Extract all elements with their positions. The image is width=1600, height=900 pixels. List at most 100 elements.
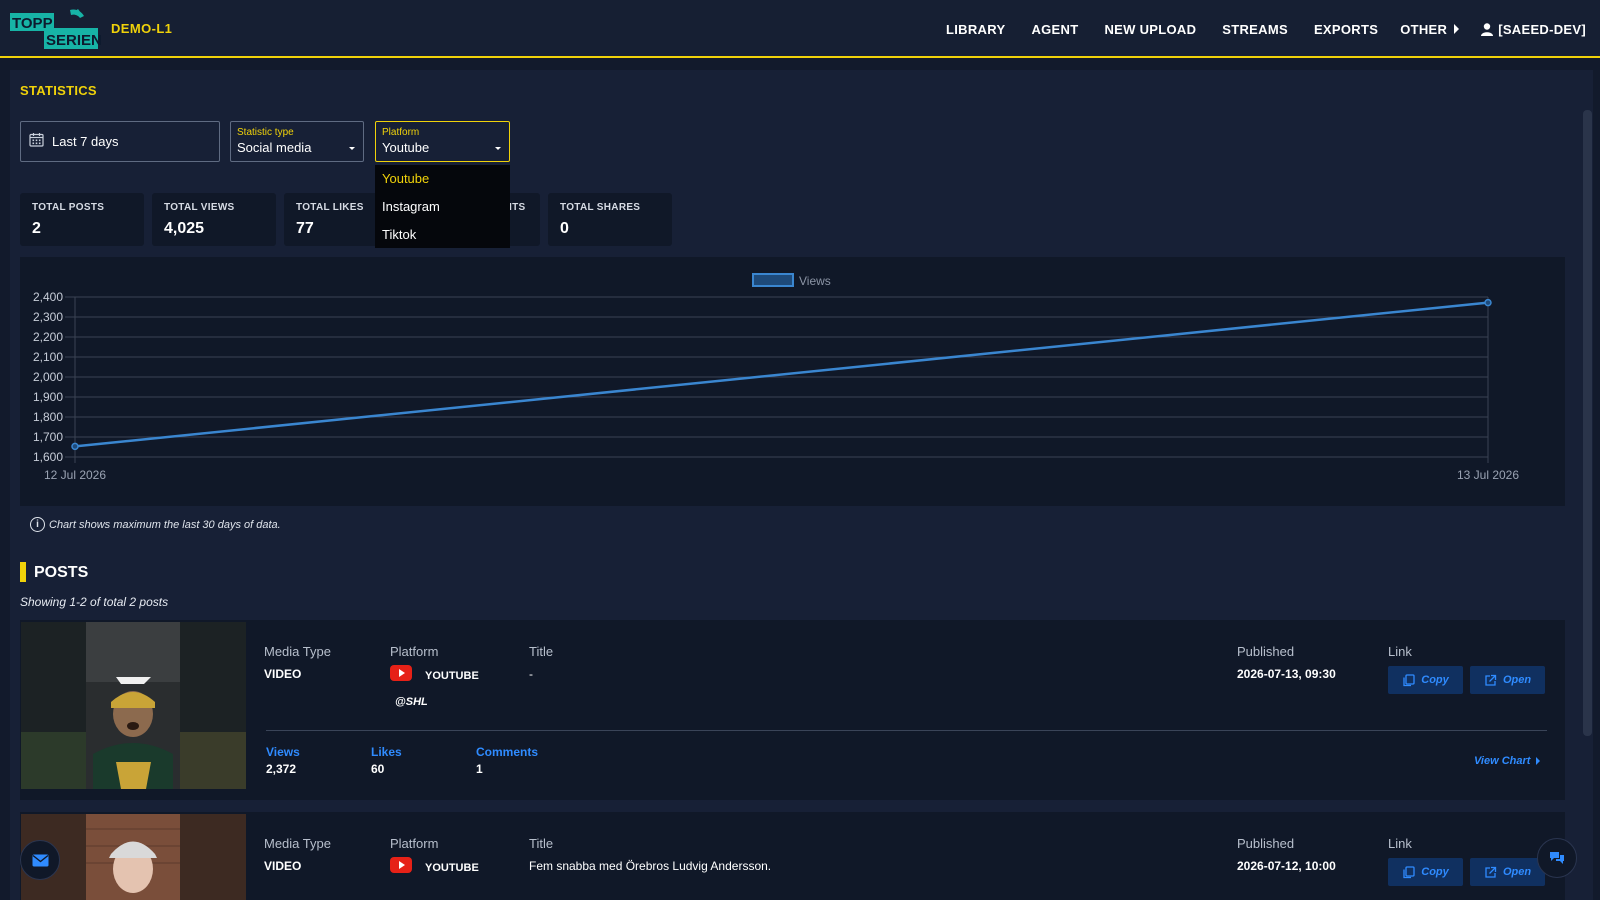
stat-card-label: TOTAL LIKES xyxy=(296,202,364,213)
stat-card-value: 0 xyxy=(560,220,569,237)
series-line-views xyxy=(74,301,1489,448)
external-link-icon xyxy=(1485,674,1497,686)
copy-label: Copy xyxy=(1421,674,1449,686)
post-card: Media Type VIDEO Platform YOUTUBE @SHL T… xyxy=(20,620,1565,800)
title-label: Title xyxy=(529,644,554,659)
data-point xyxy=(71,442,79,451)
platform-value: YOUTUBE xyxy=(425,670,479,682)
y-tick-label: 2,100 xyxy=(33,350,63,364)
nav-agent[interactable]: AGENT xyxy=(1031,22,1078,37)
copy-icon xyxy=(1403,673,1415,686)
youtube-icon xyxy=(390,665,412,686)
stat-card-value: 77 xyxy=(296,220,314,237)
legend-swatch xyxy=(752,273,794,287)
views-line-chart: 1,600 1,700 1,800 1,900 2,000 2,100 2,200 2,300… xyxy=(33,273,1519,482)
scrollbar-thumb[interactable] xyxy=(1583,110,1592,736)
external-link-icon xyxy=(1485,866,1497,878)
chevron-down-icon xyxy=(495,147,501,150)
logo-text-line2: SERIEN xyxy=(46,32,102,49)
date-range-picker[interactable]: Last 7 days xyxy=(20,121,220,162)
thumbnail-image xyxy=(21,622,246,789)
published-value: 2026-07-13, 09:30 xyxy=(1237,667,1336,681)
legend-label: Views xyxy=(799,274,831,288)
contact-email-button[interactable] xyxy=(20,840,60,880)
open-link-button[interactable]: Open xyxy=(1470,858,1545,886)
copy-link-button[interactable]: Copy xyxy=(1388,666,1463,694)
nav-new-upload[interactable]: NEW UPLOAD xyxy=(1104,22,1196,37)
youtube-icon xyxy=(390,857,412,878)
posts-accent-bar xyxy=(20,562,26,582)
data-point xyxy=(1484,298,1492,307)
y-tick-label: 1,700 xyxy=(33,430,63,444)
link-label: Link xyxy=(1388,836,1412,851)
y-tick-label: 1,800 xyxy=(33,410,63,424)
published-value: 2026-07-12, 10:00 xyxy=(1237,859,1336,873)
top-navigation-bar: TOPP SERIEN DEMO-L1 LIBRARY AGENT NEW UP… xyxy=(0,0,1600,58)
stat-card-label: TOTAL VIEWS xyxy=(164,202,235,213)
stat-card-total-shares: TOTAL SHARES 0 xyxy=(548,193,672,246)
nav-exports[interactable]: EXPORTS xyxy=(1314,22,1378,37)
statistic-type-label: Statistic type xyxy=(237,127,294,138)
platform-option-instagram[interactable]: Instagram xyxy=(375,193,510,221)
caret-right-icon xyxy=(1454,24,1460,34)
stat-card-total-views: TOTAL VIEWS 4,025 xyxy=(152,193,276,246)
chart-note-text: Chart shows maximum the last 30 days of … xyxy=(49,518,281,531)
y-tick-label: 2,000 xyxy=(33,370,63,384)
open-label: Open xyxy=(1502,866,1532,878)
media-type-value: VIDEO xyxy=(264,667,302,681)
statistics-title: STATISTICS xyxy=(20,83,97,98)
topp-serien-logo[interactable]: TOPP SERIEN xyxy=(10,8,102,50)
platform-value: Youtube xyxy=(382,140,430,155)
nav-other-label: OTHER xyxy=(1400,21,1448,37)
open-label: Open xyxy=(1502,674,1532,686)
platform-option-youtube[interactable]: Youtube xyxy=(375,165,510,193)
view-chart-link[interactable]: View Chart xyxy=(1474,755,1541,767)
y-tick-label: 1,900 xyxy=(33,390,63,404)
copy-link-button[interactable]: Copy xyxy=(1388,858,1463,886)
y-tick-label: 2,200 xyxy=(33,330,63,344)
views-chart: 1,600 1,700 1,800 1,900 2,000 2,100 2,200 2,300… xyxy=(20,257,1565,506)
media-type-label: Media Type xyxy=(264,644,331,659)
y-tick-label: 2,300 xyxy=(33,310,63,324)
nav-library[interactable]: LIBRARY xyxy=(946,22,1005,37)
x-tick-label: 12 Jul 2026 xyxy=(44,468,106,482)
platform-value: YOUTUBE xyxy=(425,862,479,874)
stat-card-label: TOTAL POSTS xyxy=(32,202,105,213)
x-tick-label: 13 Jul 2026 xyxy=(1457,468,1519,482)
y-tick-label: 2,400 xyxy=(33,290,63,304)
nav-streams[interactable]: STREAMS xyxy=(1222,22,1288,37)
post-title: - xyxy=(529,667,533,681)
statistic-type-select[interactable]: Statistic type Social media xyxy=(230,121,364,162)
platform-dropdown-menu: Youtube Instagram Tiktok xyxy=(375,165,510,248)
environment-label: DEMO-L1 xyxy=(111,21,173,36)
copy-label: Copy xyxy=(1421,866,1449,878)
info-icon: i xyxy=(30,517,45,532)
chat-button[interactable] xyxy=(1537,838,1577,878)
published-label: Published xyxy=(1237,644,1295,659)
comments-label: Comments xyxy=(476,745,539,759)
statistic-type-value: Social media xyxy=(237,140,312,155)
open-link-button[interactable]: Open xyxy=(1470,666,1545,694)
user-icon xyxy=(1481,22,1494,36)
post-thumbnail[interactable] xyxy=(21,622,246,789)
media-type-label: Media Type xyxy=(264,836,331,851)
y-tick-label: 1,600 xyxy=(33,450,63,464)
platform-select[interactable]: Platform Youtube xyxy=(375,121,510,162)
main-nav: LIBRARY AGENT NEW UPLOAD STREAMS EXPORTS… xyxy=(920,0,1586,58)
link-label: Link xyxy=(1388,644,1412,659)
title-label: Title xyxy=(529,836,554,851)
channel-handle: @SHL xyxy=(395,696,428,708)
copy-icon xyxy=(1403,865,1415,878)
envelope-icon xyxy=(32,854,48,866)
likes-value: 60 xyxy=(371,762,385,776)
platform-label: Platform xyxy=(390,644,439,659)
chevron-down-icon xyxy=(349,147,355,150)
date-range-value: Last 7 days xyxy=(52,134,119,149)
stat-card-label: TOTAL SHARES xyxy=(560,202,641,213)
nav-other[interactable]: OTHER xyxy=(1400,21,1460,37)
platform-label: Platform xyxy=(382,127,420,138)
nav-user-menu[interactable]: [SAEED-DEV] xyxy=(1481,22,1586,37)
published-label: Published xyxy=(1237,836,1295,851)
platform-option-tiktok[interactable]: Tiktok xyxy=(375,221,510,249)
post-title: Fem snabba med Örebros Ludvig Andersson. xyxy=(529,859,772,873)
